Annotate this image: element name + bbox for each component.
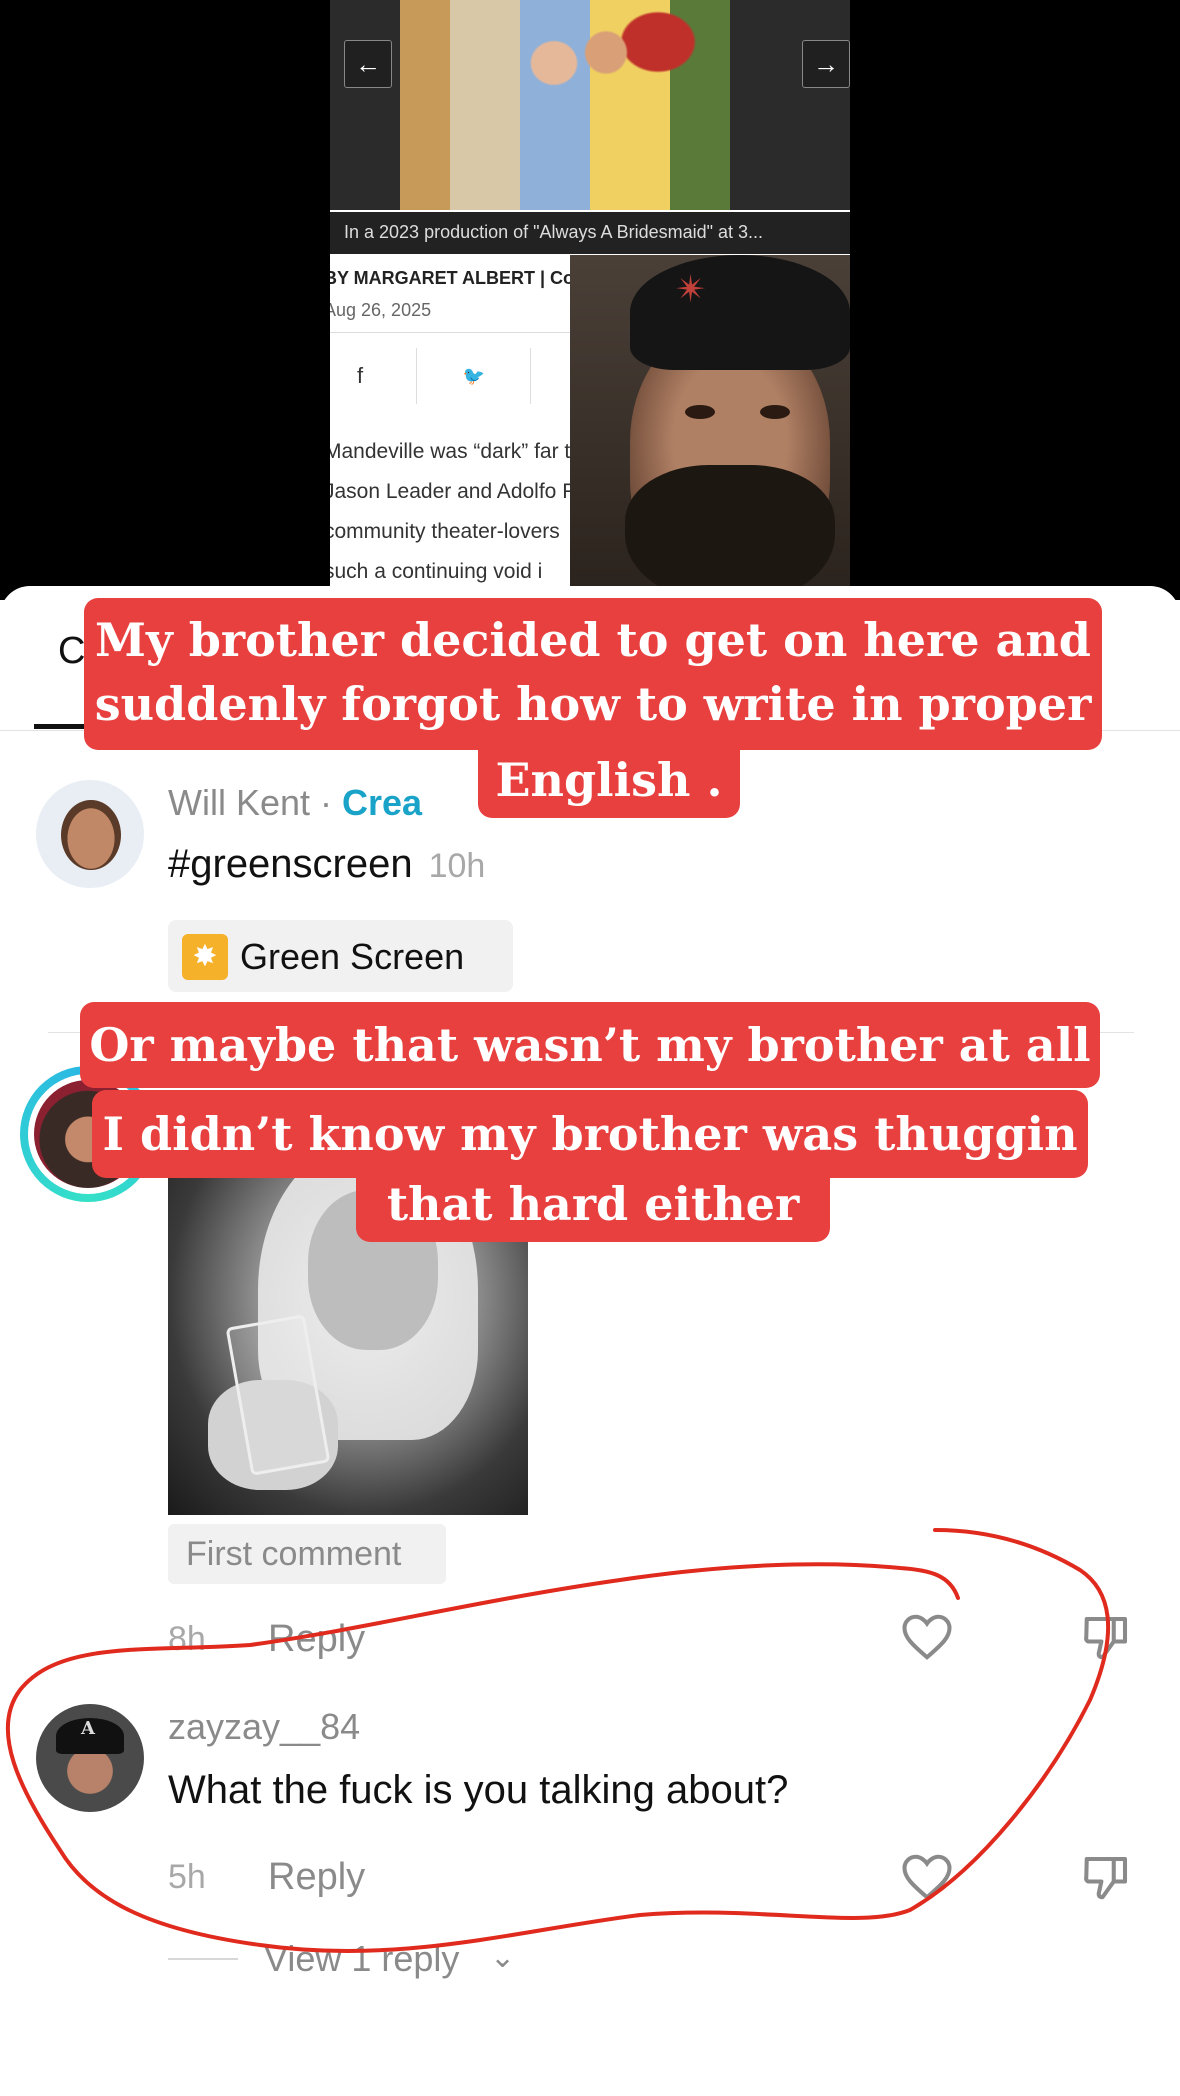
comment-time: 8h — [168, 1620, 206, 1658]
creator-badge: Crea — [342, 782, 423, 823]
article-photo: ← → — [330, 0, 850, 210]
post-time: 10h — [428, 847, 486, 885]
prev-arrow-icon[interactable]: ← — [344, 40, 392, 88]
comment-username[interactable]: zayzay__84 — [168, 1706, 360, 1748]
caption-overlay-1b: English . — [478, 746, 740, 818]
caption-overlay-2: Or maybe that wasn’t my brother at all — [80, 1002, 1100, 1088]
caption-line: suddenly forgot how to write in proper — [94, 677, 1092, 731]
heart-icon[interactable] — [900, 1612, 954, 1662]
article-body-line: community theater-lovers — [330, 520, 560, 543]
dislike-icon[interactable] — [1080, 1850, 1134, 1904]
share-separator — [530, 348, 531, 404]
author-separator: · — [310, 782, 343, 823]
reply-button[interactable]: Reply — [268, 1618, 365, 1661]
greenscreen-person-video: ✴ — [570, 255, 850, 600]
caption-line: My brother decided to get on here and — [95, 613, 1091, 667]
comment-text: What the fuck is you talking about? — [168, 1768, 789, 1812]
effect-chip[interactable]: ✸ Green Screen — [168, 920, 513, 992]
facebook-icon[interactable]: f — [332, 348, 388, 404]
reply-button[interactable]: Reply — [268, 1856, 365, 1899]
avatar[interactable] — [36, 780, 144, 888]
chevron-down-icon: ⌄ — [490, 1941, 516, 1974]
beanie-hat — [630, 255, 850, 370]
replies-line — [168, 1958, 238, 1960]
caption-overlay-3b: that hard either — [356, 1170, 830, 1242]
dislike-icon[interactable] — [1080, 1610, 1134, 1664]
article-date: Aug 26, 2025 — [330, 300, 432, 320]
comment-actions: 8h Reply — [168, 1614, 1168, 1664]
twitter-icon[interactable]: 🐦 — [446, 348, 502, 404]
caption-line: English . — [495, 753, 723, 807]
photo-caption: In a 2023 production of "Always A Brides… — [330, 212, 850, 254]
tab-comments[interactable]: C — [58, 630, 85, 673]
author-name[interactable]: Will Kent — [168, 782, 310, 823]
post-author-line: Will Kent · Crea — [168, 782, 422, 824]
photo-figures — [450, 0, 710, 210]
heart-icon[interactable] — [900, 1852, 954, 1902]
first-comment-badge: First comment — [168, 1524, 446, 1584]
caption-line: I didn’t know my brother was thuggin — [102, 1107, 1078, 1161]
sparkle-icon: ✸ — [182, 934, 228, 980]
avatar[interactable] — [36, 1704, 144, 1812]
caption-overlay-3: I didn’t know my brother was thuggin — [92, 1090, 1088, 1178]
caption-overlay-1: My brother decided to get on here and su… — [84, 598, 1102, 750]
share-separator — [416, 348, 417, 404]
view-replies-label: View 1 reply — [264, 1938, 460, 1979]
comment-time: 5h — [168, 1858, 206, 1896]
article-body-line: such a continuing void i — [330, 560, 543, 583]
next-arrow-icon[interactable]: → — [802, 40, 850, 88]
hashtag-link[interactable]: #greenscreen — [168, 842, 413, 886]
caption-line: that hard either — [386, 1177, 800, 1231]
effect-label: Green Screen — [240, 936, 465, 977]
hat-logo-icon: ✴ — [675, 269, 707, 311]
post-caption: #greenscreen 10h — [168, 842, 485, 887]
comment-actions: 5h Reply — [168, 1852, 1168, 1902]
